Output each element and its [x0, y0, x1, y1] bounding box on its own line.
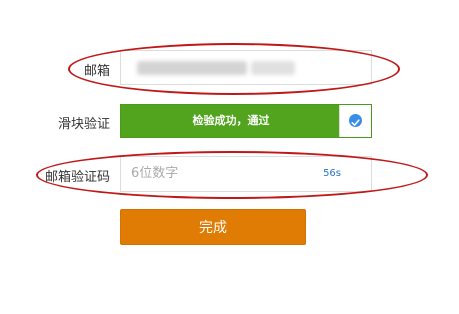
check-circle-icon	[349, 114, 362, 127]
code-label: 邮箱验证码	[44, 170, 110, 185]
checkmark-icon	[351, 119, 360, 126]
email-field[interactable]	[120, 50, 372, 85]
email-blurred-value-tail	[251, 61, 295, 75]
slider-success-text: 检验成功，通过	[192, 114, 270, 127]
slider-verification[interactable]: 检验成功，通过	[120, 104, 372, 138]
countdown-timer: 56s	[323, 168, 341, 179]
code-field[interactable]: 56s	[120, 156, 372, 192]
code-input[interactable]	[131, 157, 311, 191]
slider-handle[interactable]	[339, 105, 371, 137]
email-blurred-value	[137, 61, 247, 75]
email-label: 邮箱	[83, 64, 110, 79]
submit-button[interactable]: 完成	[120, 209, 306, 245]
slider-label: 滑块验证	[57, 117, 110, 132]
